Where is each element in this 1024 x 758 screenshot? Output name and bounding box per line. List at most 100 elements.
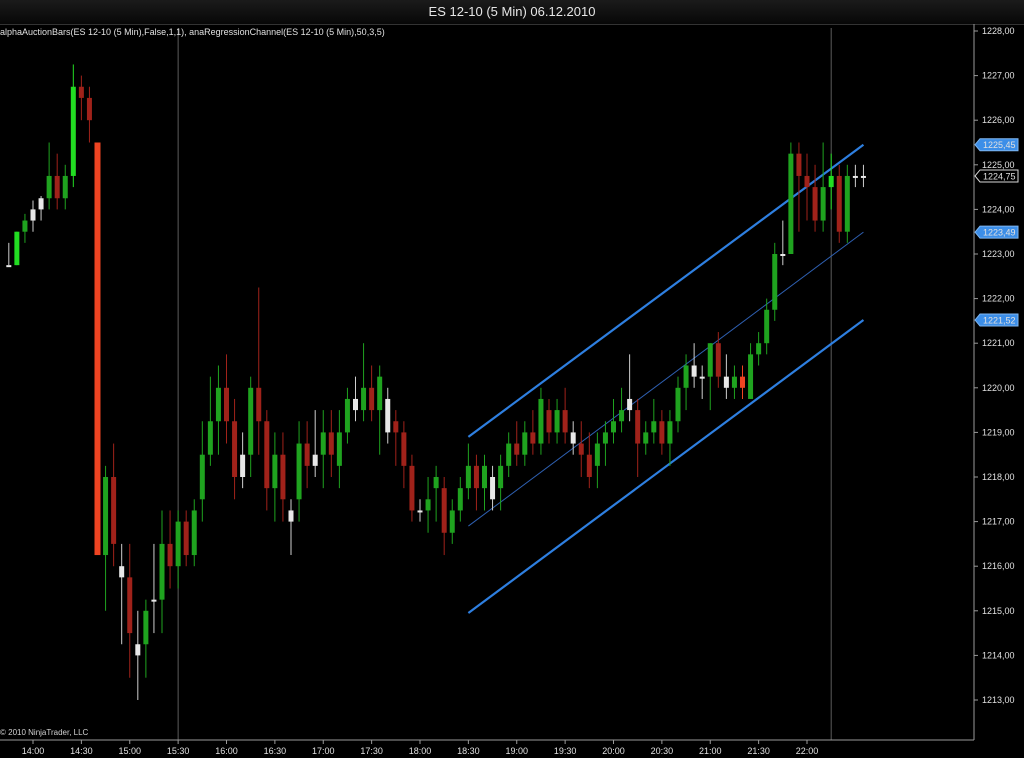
- candle[interactable]: [409, 454, 415, 522]
- candle[interactable]: [643, 421, 649, 455]
- candle[interactable]: [14, 231, 20, 266]
- candle[interactable]: [336, 410, 342, 489]
- candle[interactable]: [288, 499, 294, 556]
- candle[interactable]: [627, 354, 633, 422]
- candle[interactable]: [514, 421, 520, 466]
- candle[interactable]: [490, 465, 496, 511]
- candle[interactable]: [473, 454, 479, 511]
- candle[interactable]: [796, 142, 802, 232]
- candle[interactable]: [756, 332, 762, 366]
- candlestick-chart[interactable]: 1228,00 1227,00 1226,00 1225,00 1224,00 1223,…: [0, 0, 1024, 758]
- candle[interactable]: [78, 75, 84, 121]
- candle[interactable]: [578, 421, 584, 477]
- candle[interactable]: [538, 387, 544, 455]
- candle[interactable]: [54, 153, 60, 210]
- candle[interactable]: [812, 164, 818, 232]
- candle[interactable]: [788, 142, 794, 255]
- candle[interactable]: [256, 287, 262, 455]
- candle[interactable]: [320, 410, 326, 489]
- candle[interactable]: [651, 398, 657, 444]
- candle[interactable]: [594, 432, 600, 489]
- candle[interactable]: [707, 343, 713, 411]
- candle[interactable]: [433, 465, 439, 522]
- candle[interactable]: [191, 499, 197, 567]
- candle[interactable]: [619, 387, 625, 433]
- candle[interactable]: [852, 164, 858, 188]
- candle[interactable]: [562, 387, 568, 444]
- candle[interactable]: [772, 242, 778, 321]
- candle[interactable]: [748, 343, 754, 399]
- candle[interactable]: [248, 376, 254, 477]
- candle[interactable]: [175, 510, 181, 589]
- candle[interactable]: [546, 398, 552, 444]
- candle[interactable]: [353, 376, 358, 422]
- candle[interactable]: [611, 398, 616, 444]
- candle[interactable]: [667, 410, 673, 466]
- candle[interactable]: [304, 421, 310, 489]
- candle[interactable]: [135, 610, 141, 700]
- candle[interactable]: [70, 64, 76, 188]
- candle[interactable]: [296, 421, 302, 522]
- candle[interactable]: [385, 387, 391, 444]
- candle[interactable]: [46, 142, 52, 210]
- candle[interactable]: [30, 200, 36, 232]
- candle[interactable]: [482, 454, 487, 511]
- candle[interactable]: [377, 365, 383, 455]
- candle[interactable]: [232, 398, 238, 500]
- candle[interactable]: [151, 543, 157, 634]
- candle[interactable]: [715, 332, 721, 388]
- candle[interactable]: [215, 365, 221, 455]
- candle[interactable]: [62, 164, 68, 210]
- candle[interactable]: [635, 398, 641, 477]
- candle[interactable]: [465, 443, 471, 500]
- candle[interactable]: [780, 220, 786, 266]
- candle[interactable]: [860, 164, 866, 188]
- candle[interactable]: [86, 86, 92, 143]
- candle[interactable]: [207, 376, 213, 466]
- candle[interactable]: [731, 365, 737, 399]
- candle[interactable]: [522, 421, 528, 466]
- candle[interactable]: [417, 499, 423, 522]
- candle[interactable]: [199, 421, 205, 522]
- candle[interactable]: [425, 477, 431, 533]
- candle[interactable]: [103, 465, 109, 611]
- candle[interactable]: [723, 354, 729, 399]
- candle[interactable]: [828, 153, 834, 210]
- candle[interactable]: [22, 213, 28, 243]
- candle[interactable]: [449, 499, 455, 544]
- candle[interactable]: [659, 410, 665, 455]
- candle[interactable]: [691, 343, 697, 388]
- candle[interactable]: [457, 477, 463, 522]
- candle[interactable]: [441, 477, 447, 556]
- candle[interactable]: [240, 432, 246, 489]
- candle[interactable]: [401, 421, 407, 489]
- candle[interactable]: [280, 432, 286, 522]
- candle[interactable]: [361, 343, 367, 422]
- candle[interactable]: [530, 410, 536, 455]
- candle[interactable]: [820, 142, 826, 232]
- candle[interactable]: [328, 410, 334, 477]
- candle[interactable]: [844, 164, 850, 243]
- candle[interactable]: [554, 398, 560, 444]
- candle[interactable]: [312, 410, 318, 477]
- candle[interactable]: [506, 432, 512, 477]
- candle[interactable]: [602, 421, 608, 466]
- candle[interactable]: [159, 510, 165, 634]
- candle[interactable]: [344, 387, 350, 444]
- candle[interactable]: [264, 410, 270, 511]
- candle[interactable]: [675, 376, 681, 433]
- candle[interactable]: [393, 410, 399, 466]
- candle[interactable]: [272, 432, 278, 522]
- candle[interactable]: [38, 196, 44, 221]
- candle[interactable]: [369, 365, 375, 422]
- candle[interactable]: [699, 365, 705, 399]
- candle[interactable]: [143, 599, 149, 678]
- candle[interactable]: [94, 142, 101, 556]
- candle[interactable]: [6, 242, 12, 268]
- candle[interactable]: [740, 365, 745, 399]
- candle[interactable]: [764, 298, 770, 355]
- candle[interactable]: [167, 510, 173, 589]
- candle[interactable]: [127, 543, 133, 678]
- candle[interactable]: [119, 543, 125, 645]
- candle[interactable]: [224, 354, 229, 444]
